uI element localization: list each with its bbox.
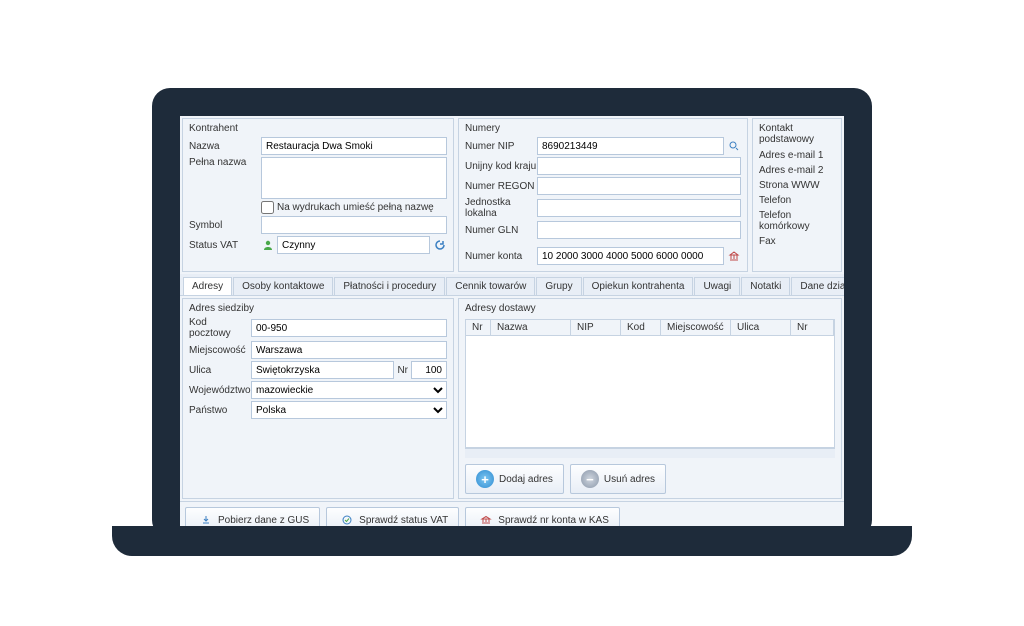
grid-adresy-dostawy[interactable]: Nr Nazwa NIP Kod Miejscowość Ulica Nr bbox=[465, 319, 835, 448]
input-status-vat[interactable] bbox=[277, 236, 430, 254]
input-symbol[interactable] bbox=[261, 216, 447, 234]
tab-grupy[interactable]: Grupy bbox=[536, 277, 581, 295]
input-pelna-nazwa[interactable] bbox=[261, 157, 447, 199]
col-nr2: Nr bbox=[791, 320, 834, 335]
laptop-base bbox=[112, 526, 912, 556]
contact-email1: Adres e-mail 1 bbox=[759, 148, 835, 163]
input-ulica[interactable] bbox=[251, 361, 394, 379]
laptop-frame: Kontrahent Nazwa Pełna nazwa Na wydrukac… bbox=[152, 88, 872, 538]
tab-opiekun[interactable]: Opiekun kontrahenta bbox=[583, 277, 694, 295]
label-gln: Numer GLN bbox=[465, 225, 537, 236]
contact-email2: Adres e-mail 2 bbox=[759, 163, 835, 178]
checkbox-wydruki-pelna[interactable] bbox=[261, 201, 274, 214]
panel-title-numery: Numery bbox=[465, 123, 741, 134]
input-nazwa[interactable] bbox=[261, 137, 447, 155]
input-gln[interactable] bbox=[537, 221, 741, 239]
col-nip: NIP bbox=[571, 320, 621, 335]
tab-adresy[interactable]: Adresy bbox=[183, 277, 232, 295]
label-miejscowosc: Miejscowość bbox=[189, 345, 251, 356]
panel-title-kontrahent: Kontrahent bbox=[189, 123, 447, 134]
label-wojewodztwo: Województwo bbox=[189, 385, 251, 396]
tab-osoby[interactable]: Osoby kontaktowe bbox=[233, 277, 333, 295]
label-ulica: Ulica bbox=[189, 365, 251, 376]
app-screen: Kontrahent Nazwa Pełna nazwa Na wydrukac… bbox=[180, 116, 844, 538]
col-miejscowosc: Miejscowość bbox=[661, 320, 731, 335]
label-kod: Kod pocztowy bbox=[189, 317, 251, 339]
panel-kontrahent: Kontrahent Nazwa Pełna nazwa Na wydrukac… bbox=[182, 118, 454, 272]
title-adres-siedziby: Adres siedziby bbox=[189, 303, 447, 314]
contact-tel: Telefon bbox=[759, 193, 835, 208]
bank-icon[interactable] bbox=[727, 249, 741, 263]
col-kod: Kod bbox=[621, 320, 661, 335]
panel-adres-siedziby: Adres siedziby Kod pocztowy Miejscowość … bbox=[182, 298, 454, 499]
panel-numery: Numery Numer NIP Unijny kod kraju Numer … bbox=[458, 118, 748, 272]
label-konto: Numer konta bbox=[465, 251, 537, 262]
check-bank-icon bbox=[479, 513, 493, 527]
label-panstwo: Państwo bbox=[189, 405, 251, 416]
tab-notatki[interactable]: Notatki bbox=[741, 277, 790, 295]
panel-adresy-dostawy: Adresy dostawy Nr Nazwa NIP Kod Miejscow… bbox=[458, 298, 842, 499]
label-status-vat: Status VAT bbox=[189, 240, 261, 251]
input-jednostka[interactable] bbox=[537, 199, 741, 217]
tab-strip: Adresy Osoby kontaktowe Płatności i proc… bbox=[180, 274, 844, 296]
person-icon bbox=[261, 238, 275, 252]
label-nip: Numer NIP bbox=[465, 141, 537, 152]
delete-address-button[interactable]: − Usuń adres bbox=[570, 464, 666, 494]
title-adresy-dostawy: Adresy dostawy bbox=[465, 303, 835, 314]
col-ulica: Ulica bbox=[731, 320, 791, 335]
input-miejscowosc[interactable] bbox=[251, 341, 447, 359]
input-regon[interactable] bbox=[537, 177, 741, 195]
label-regon: Numer REGON bbox=[465, 181, 537, 192]
refresh-icon[interactable] bbox=[433, 238, 447, 252]
tab-cennik[interactable]: Cennik towarów bbox=[446, 277, 535, 295]
input-nip[interactable] bbox=[537, 137, 724, 155]
label-wydruki-pelna: Na wydrukach umieść pełną nazwę bbox=[277, 202, 434, 213]
col-nazwa: Nazwa bbox=[491, 320, 571, 335]
label-symbol: Symbol bbox=[189, 220, 261, 231]
label-nr: Nr bbox=[397, 365, 408, 376]
contact-www: Strona WWW bbox=[759, 178, 835, 193]
col-nr: Nr bbox=[466, 320, 491, 335]
contact-kom: Telefon komórkowy bbox=[759, 208, 835, 234]
select-wojewodztwo[interactable]: mazowieckie bbox=[251, 381, 447, 399]
label-pelna-nazwa: Pełna nazwa bbox=[189, 157, 261, 168]
label-unijny: Unijny kod kraju bbox=[465, 161, 537, 172]
minus-icon: − bbox=[581, 470, 599, 488]
input-konto[interactable] bbox=[537, 247, 724, 265]
select-panstwo[interactable]: Polska bbox=[251, 401, 447, 419]
scrollbar-horizontal[interactable] bbox=[465, 448, 835, 458]
tab-dzialalnosc[interactable]: Dane działalności bbox=[791, 277, 844, 295]
input-kod[interactable] bbox=[251, 319, 447, 337]
plus-icon: + bbox=[476, 470, 494, 488]
label-nazwa: Nazwa bbox=[189, 141, 261, 152]
check-vat-icon bbox=[340, 513, 354, 527]
panel-title-kontakt: Kontakt podstawowy bbox=[759, 123, 835, 145]
lookup-icon[interactable] bbox=[727, 139, 741, 153]
input-unijny[interactable] bbox=[537, 157, 741, 175]
label-jednostka: Jednostka lokalna bbox=[465, 197, 537, 219]
tab-uwagi[interactable]: Uwagi bbox=[694, 277, 740, 295]
download-icon bbox=[199, 513, 213, 527]
contact-fax: Fax bbox=[759, 234, 835, 249]
input-nr[interactable] bbox=[411, 361, 447, 379]
add-address-button[interactable]: + Dodaj adres bbox=[465, 464, 564, 494]
tab-platnosci[interactable]: Płatności i procedury bbox=[334, 277, 445, 295]
panel-kontakt: Kontakt podstawowy Adres e-mail 1 Adres … bbox=[752, 118, 842, 272]
